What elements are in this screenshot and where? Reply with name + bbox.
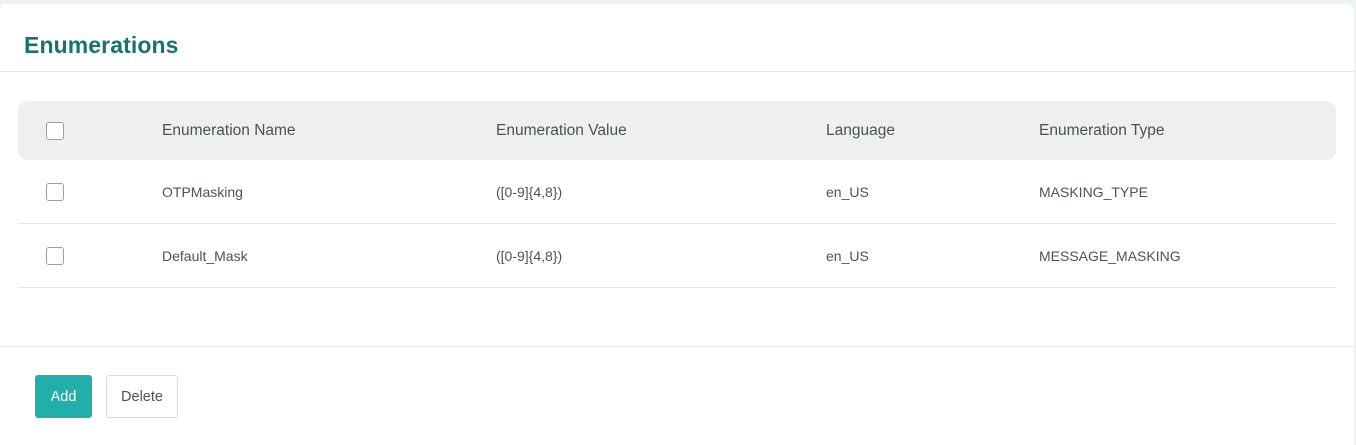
enumerations-table: Enumeration Name Enumeration Value Langu… <box>18 101 1336 288</box>
enumeration-type: MESSAGE_MASKING <box>1039 247 1181 264</box>
enumeration-value: ([0-9]{4,8}) <box>496 247 563 264</box>
column-header-name[interactable]: Enumeration Name <box>162 101 296 160</box>
row-checkbox-cell <box>46 160 64 223</box>
header-checkbox-cell <box>46 101 64 160</box>
enumeration-name-link[interactable]: Default_Mask <box>162 224 248 287</box>
delete-button[interactable]: Delete <box>106 375 178 418</box>
enumerations-panel: Enumerations Enumeration Name Enumeratio… <box>0 4 1354 445</box>
column-header-value[interactable]: Enumeration Value <box>496 101 627 160</box>
add-button[interactable]: Add <box>35 375 92 418</box>
select-all-checkbox[interactable] <box>46 121 64 140</box>
table-row: OTPMasking ([0-9]{4,8}) en_US MASKING_TY… <box>18 160 1336 224</box>
enumeration-name-link[interactable]: OTPMasking <box>162 160 243 223</box>
enumeration-language: en_US <box>826 183 869 200</box>
enumeration-value: ([0-9]{4,8}) <box>496 183 563 200</box>
row-checkbox[interactable] <box>46 182 64 201</box>
table-row: Default_Mask ([0-9]{4,8}) en_US MESSAGE_… <box>18 224 1336 288</box>
enumeration-type: MASKING_TYPE <box>1039 183 1148 200</box>
row-checkbox[interactable] <box>46 246 64 265</box>
footer-divider <box>0 346 1354 347</box>
enumeration-language: en_US <box>826 247 869 264</box>
column-header-type[interactable]: Enumeration Type <box>1039 101 1165 160</box>
title-divider <box>0 71 1354 72</box>
table-header: Enumeration Name Enumeration Value Langu… <box>18 101 1336 160</box>
page-title: Enumerations <box>24 32 179 58</box>
column-header-language[interactable]: Language <box>826 101 895 160</box>
row-checkbox-cell <box>46 224 64 287</box>
